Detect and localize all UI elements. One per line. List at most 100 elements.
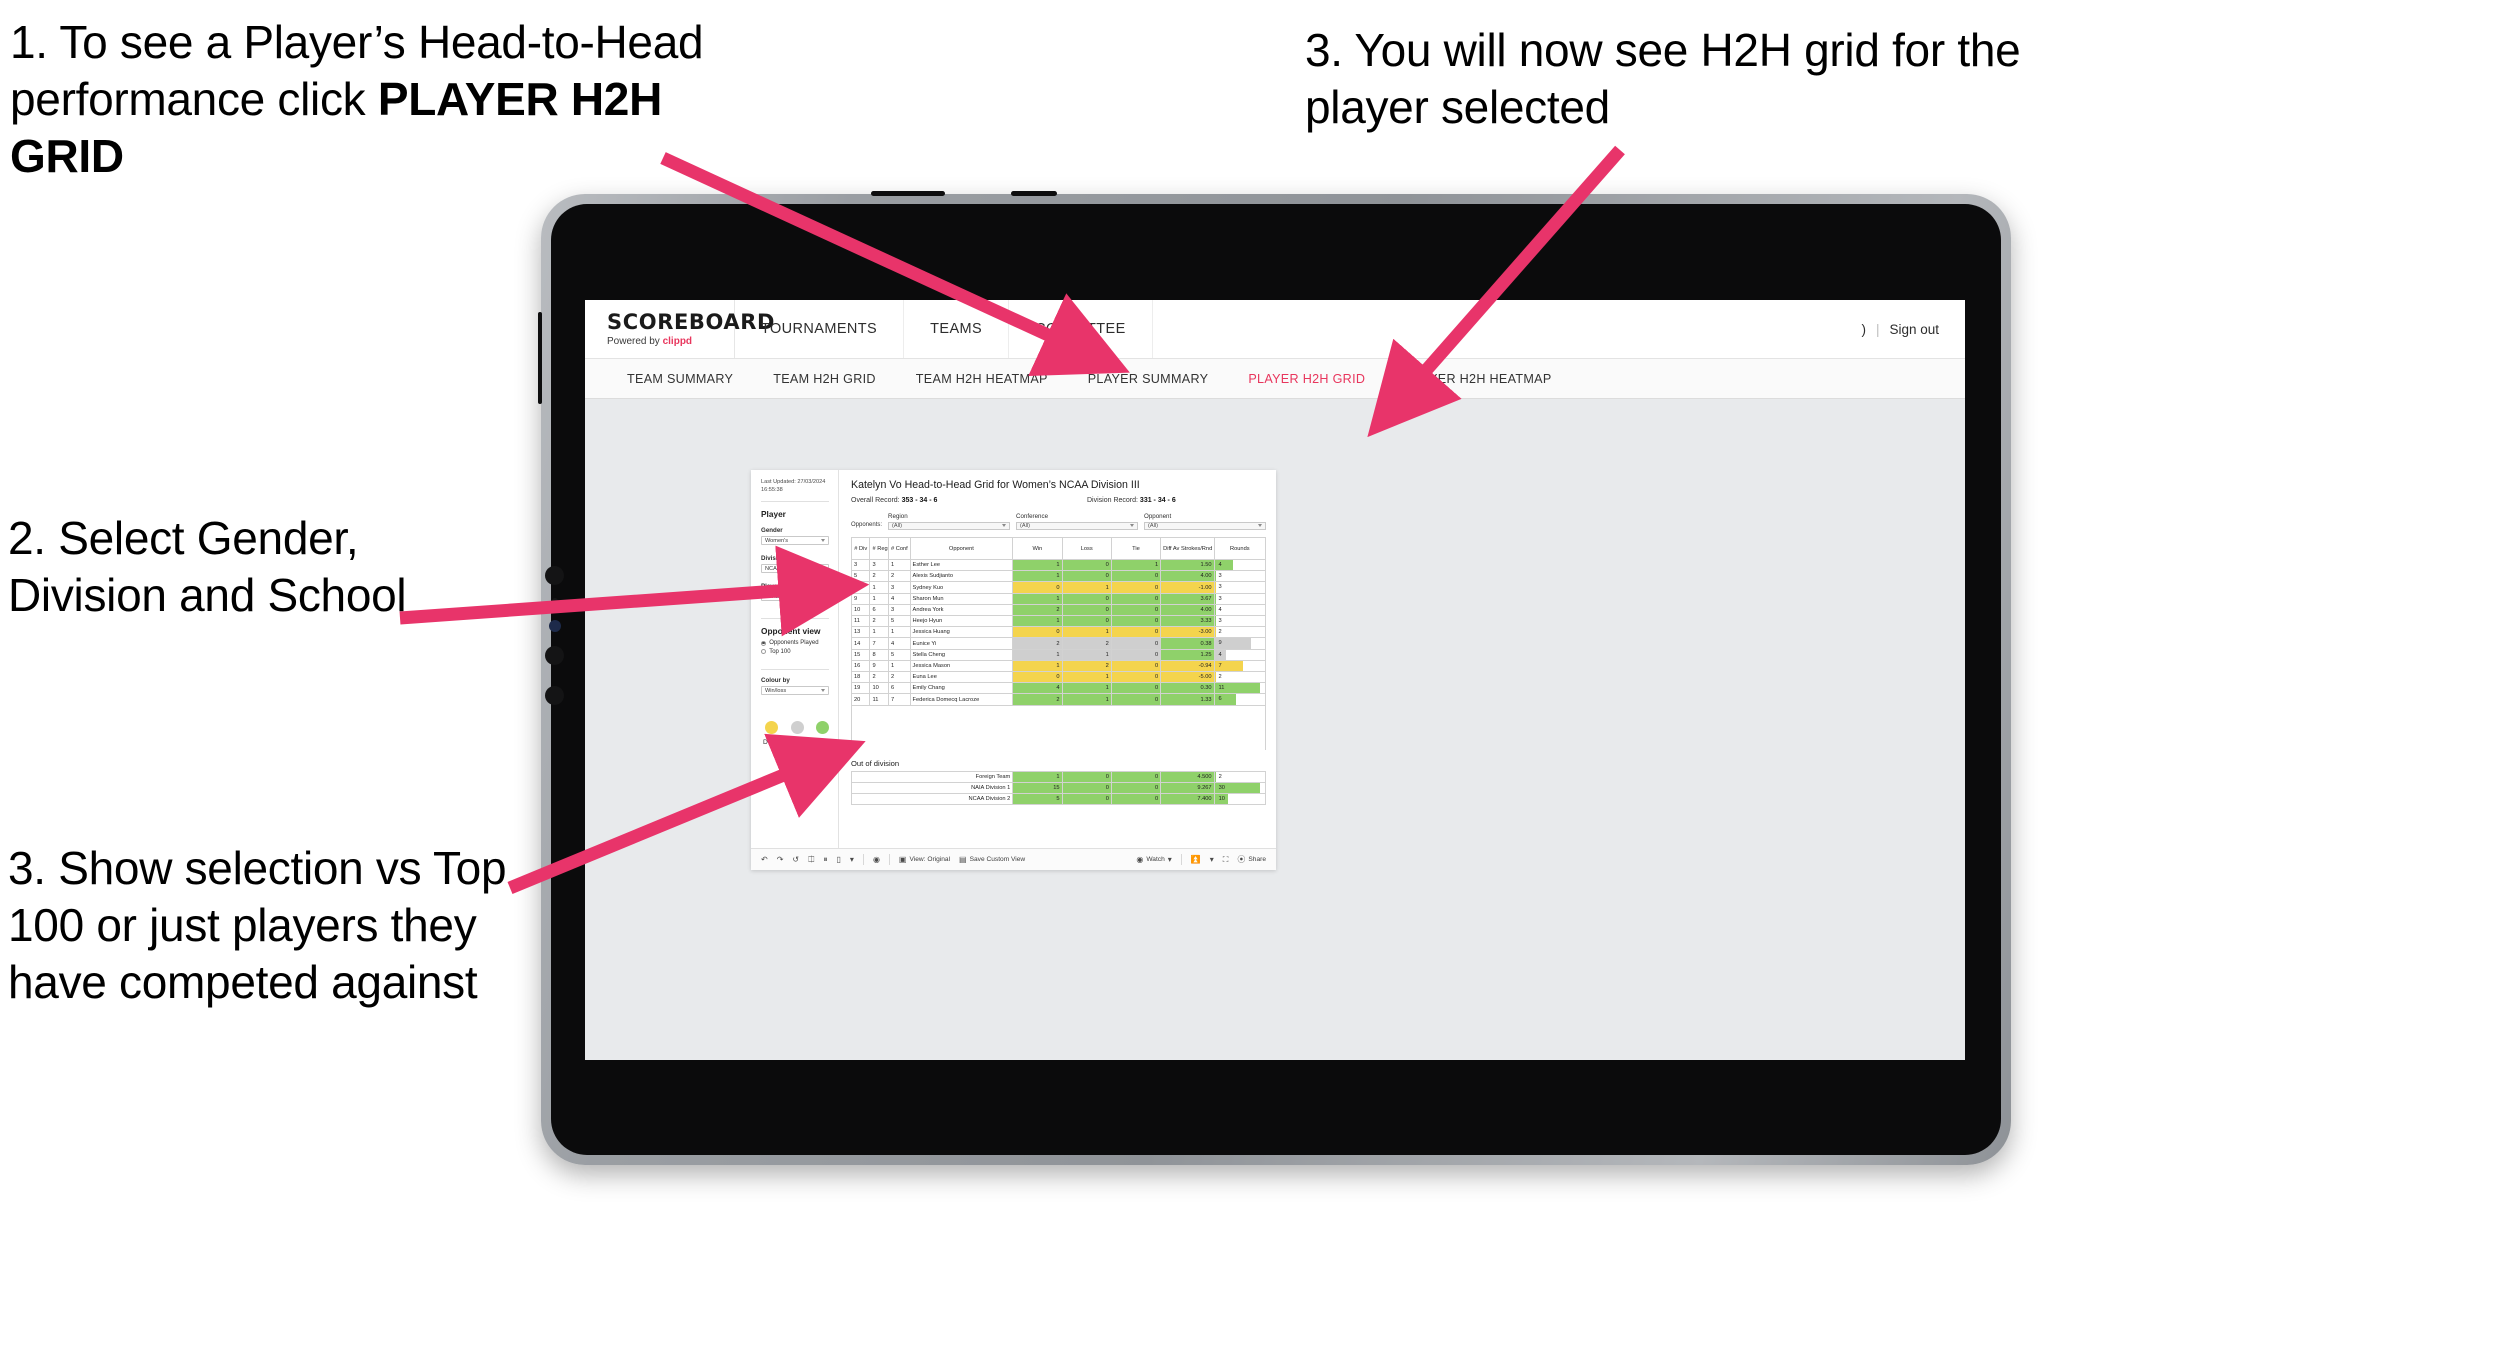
radio-top-100[interactable]: Top 100 [761, 649, 829, 655]
division-record: Division Record: 331 - 34 - 6 [1087, 497, 1176, 504]
cell-diff: -1.00 [1160, 581, 1215, 594]
cell-loss: 0 [1061, 592, 1112, 605]
subnav-item-team-h2h-heatmap[interactable]: TEAM H2H HEATMAP [896, 359, 1068, 398]
cell-div: 10 [850, 603, 871, 617]
cell-diff: -0.94 [1160, 659, 1215, 673]
site-header: SCOREBOARD Powered by clippd TOURNAMENTS… [585, 300, 1965, 359]
cell-div: 6 [850, 581, 871, 594]
cell-conf: 1 [887, 659, 911, 673]
cell-reg: 1 [869, 581, 889, 594]
cell-reg: 8 [869, 648, 889, 661]
subnav-item-player-h2h-grid[interactable]: PLAYER H2H GRID [1228, 359, 1385, 398]
radio-opponents-played[interactable]: Opponents Played [761, 640, 829, 646]
legend-label-up: Up [817, 739, 827, 747]
cell-loss: 1 [1061, 581, 1112, 594]
cell-conf: 1 [887, 558, 911, 572]
brand-logo[interactable]: SCOREBOARD Powered by clippd [585, 300, 774, 358]
share-icon: ⦿ [1237, 854, 1246, 864]
cell-loss: 0 [1061, 770, 1112, 783]
cell-diff: 0.30 [1160, 682, 1215, 695]
cell-loss: 0 [1061, 615, 1112, 628]
save-view-icon: ▤ [959, 854, 967, 864]
nav-item-committee[interactable]: COMMITTEE [1009, 300, 1153, 358]
view-original-button[interactable]: ▣ View: Original [899, 855, 950, 864]
reset-icon[interactable]: ↺ [792, 855, 799, 864]
table-row[interactable]: 18 2 2 Euna Lee 0 1 0 -5.00 2 [850, 671, 1267, 684]
chevron-down-icon: ▾ [1167, 854, 1172, 864]
subnav-item-player-summary[interactable]: PLAYER SUMMARY [1068, 359, 1229, 398]
table-row[interactable]: 20 11 7 Federica Domecq Lacroze 2 1 0 1.33 6 [850, 693, 1267, 706]
cell-div: 5 [850, 570, 871, 583]
refresh-data-icon[interactable]: ⎅ [808, 855, 814, 864]
nav-item-tournaments[interactable]: TOURNAMENTS [735, 300, 905, 358]
filter-region-title: Region [888, 513, 908, 520]
table-row[interactable]: 5 2 2 Alexis Sudjianto 1 0 0 4.00 3 [850, 570, 1267, 583]
primary-nav: TOURNAMENTS TEAMS COMMITTEE [735, 300, 1153, 358]
filter-opponent: Opponent (All) [1144, 513, 1266, 530]
cell-opponent: Sharon Mun [909, 592, 1014, 605]
nav-item-teams[interactable]: TEAMS [904, 300, 1010, 358]
gender-select[interactable]: Women's [761, 536, 829, 546]
cell-diff: 3.67 [1160, 592, 1215, 605]
cell-diff: 1.33 [1160, 693, 1215, 706]
cell-win: 1 [1012, 558, 1063, 572]
subnav-item-team-h2h-grid[interactable]: TEAM H2H GRID [753, 359, 896, 398]
table-row[interactable]: 16 9 1 Jessica Mason 1 2 0 -0.94 7 [850, 659, 1267, 673]
player-rank-label: Player (Rank) [761, 583, 801, 591]
download-icon[interactable]: ⏫ [1191, 855, 1201, 864]
overall-record-label: Overall Record: [851, 497, 900, 504]
watch-button[interactable]: ◉ Watch ▾ [1136, 854, 1172, 864]
table-row[interactable]: NAIA Division 1 15 0 0 9.267 30 [850, 781, 1267, 795]
filter-conference-select[interactable]: (All) [1016, 521, 1138, 530]
cell-conf: 1 [887, 626, 911, 639]
table-row[interactable]: 13 1 1 Jessica Huang 0 1 0 -3.00 2 [850, 626, 1267, 639]
player-rank-select[interactable]: B. Katelyn Vo [761, 592, 829, 602]
cell-rounds: 6 [1213, 693, 1267, 706]
presentation-mode-icon[interactable]: ◉ [873, 855, 880, 864]
cell-reg: 1 [869, 626, 889, 639]
table-row[interactable]: 3 3 1 Esther Lee 1 0 1 1.50 4 [850, 558, 1267, 572]
cell-win: 2 [1012, 693, 1063, 706]
table-row[interactable]: Foreign Team 1 0 0 4.500 2 [850, 770, 1267, 783]
colour-by-select[interactable]: Win/loss [761, 686, 829, 696]
subnav-item-player-h2h-heatmap[interactable]: PLAYER H2H HEATMAP [1385, 359, 1571, 398]
table-row[interactable]: 19 10 6 Emily Chang 4 1 0 0.30 11 [850, 682, 1267, 695]
col-tie: Tie [1110, 537, 1162, 560]
sign-out-link[interactable]: Sign out [1889, 322, 1939, 337]
table-row[interactable]: NCAA Division 2 5 0 0 7.400 10 [850, 793, 1267, 806]
cell-tie: 0 [1110, 682, 1162, 695]
share-button[interactable]: ⦿ Share [1237, 854, 1266, 864]
cell-win: 15 [1012, 781, 1063, 795]
chevron-down-icon[interactable]: ▾ [1210, 855, 1214, 864]
viz-toolbar: ↶ ↷ ↺ ⎅ ⏸ ▯ ▾ ◉ ▣ View: Original ▤ Save … [751, 848, 1276, 870]
cell-conf: 4 [887, 637, 911, 650]
table-row[interactable]: 6 1 3 Sydney Kuo 0 1 0 -1.00 3 [850, 581, 1267, 594]
fullscreen-icon[interactable]: ⛶ [1223, 855, 1229, 864]
division-label: Division [761, 555, 786, 563]
cell-group-name: Foreign Team [850, 770, 1014, 783]
redo-icon[interactable]: ↷ [777, 855, 784, 864]
filter-region-select[interactable]: (All) [888, 521, 1011, 530]
cell-win: 2 [1012, 637, 1063, 650]
cell-rounds: 3 [1213, 570, 1267, 583]
device-layout-icon[interactable]: ▯ [837, 855, 841, 864]
division-select[interactable]: NCAA Division III [761, 564, 829, 574]
toolbar-divider-2 [888, 854, 890, 865]
pause-updates-icon[interactable]: ⏸ [824, 855, 828, 864]
filter-opponent-select[interactable]: (All) [1144, 521, 1266, 530]
table-row[interactable]: 11 2 5 Heejo Hyun 1 0 0 3.33 3 [850, 615, 1267, 628]
save-custom-view-button[interactable]: ▤ Save Custom View [959, 854, 1025, 864]
table-row[interactable]: 10 6 3 Andrea York 2 0 0 4.00 4 [850, 603, 1267, 617]
undo-icon[interactable]: ↶ [761, 855, 768, 864]
subnav-item-team-summary[interactable]: TEAM SUMMARY [607, 359, 753, 398]
cell-loss: 0 [1061, 570, 1112, 583]
chevron-down-icon[interactable]: ▾ [850, 855, 854, 864]
table-row[interactable]: 9 1 4 Sharon Mun 1 0 0 3.67 3 [850, 592, 1267, 605]
col-div: # Div [850, 537, 871, 560]
chevron-down-icon [821, 567, 825, 571]
table-row[interactable]: 15 8 5 Stella Cheng 1 1 0 1.25 4 [850, 648, 1267, 661]
cell-rounds: 7 [1213, 659, 1267, 673]
table-row[interactable]: 14 7 4 Eunice Yi 2 2 0 0.38 9 [850, 637, 1267, 650]
cell-div: 13 [850, 626, 871, 639]
cell-opponent: Emily Chang [909, 682, 1014, 695]
